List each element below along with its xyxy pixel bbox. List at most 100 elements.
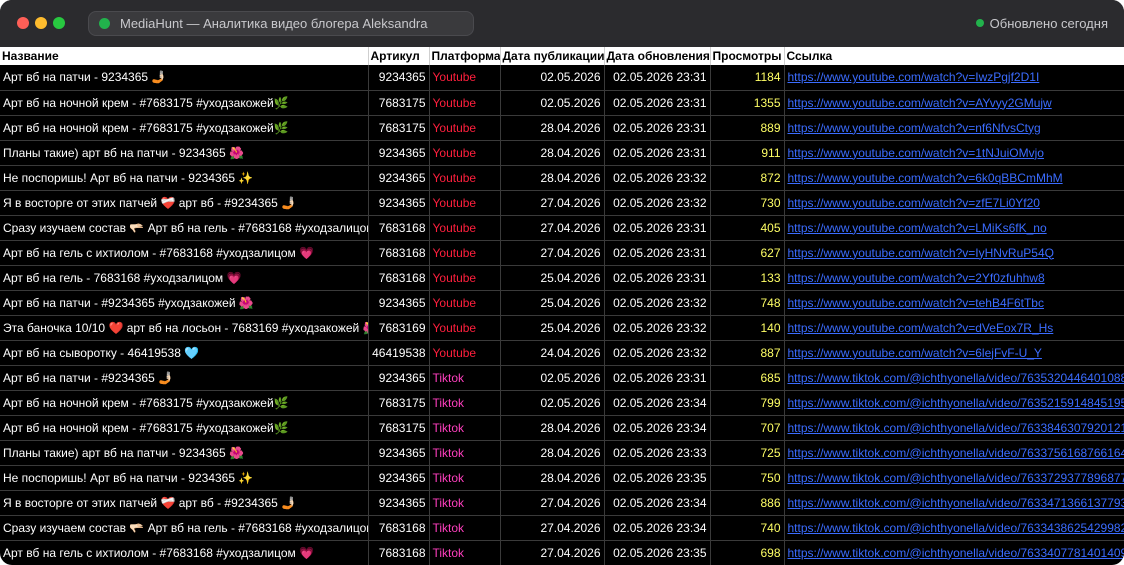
cell-platform: Tiktok	[429, 365, 501, 391]
cell-published-date: 27.04.2026	[500, 540, 605, 565]
cell-title: Арт вб на ночной крем - #7683175 #уходза…	[0, 115, 369, 141]
cell-title: Арт вб на патчи - #9234365 🤳🏻	[0, 365, 369, 391]
cell-published-date: 02.05.2026	[500, 65, 605, 91]
cell-published-date: 24.04.2026	[500, 340, 605, 366]
col-header-platform[interactable]: Платформа	[429, 47, 501, 65]
cell-title: Не поспоришь! Арт вб на патчи - 9234365 …	[0, 465, 369, 491]
cell-views: 140	[710, 315, 785, 341]
cell-link[interactable]: https://www.youtube.com/watch?v=6k0qBBCm…	[784, 165, 1124, 191]
cell-updated-date: 02.05.2026 23:34	[604, 490, 711, 516]
cell-views: 627	[710, 240, 785, 266]
cell-published-date: 28.04.2026	[500, 140, 605, 166]
maximize-window-button[interactable]	[53, 17, 65, 29]
cell-platform: Tiktok	[429, 540, 501, 565]
cell-article: 7683168	[368, 265, 430, 291]
table-row[interactable]: Планы такие) арт вб на патчи - 9234365 🌺…	[0, 140, 1124, 166]
table-row[interactable]: Арт вб на патчи - #9234365 🤳🏻 9234365 Tikt…	[0, 365, 1124, 391]
cell-link[interactable]: https://www.youtube.com/watch?v=6lejFvF-…	[784, 340, 1124, 366]
videos-table-container[interactable]: Название Артикул Платформа Дата публикац…	[0, 47, 1124, 565]
cell-link[interactable]: https://www.youtube.com/watch?v=nf6NfvsC…	[784, 115, 1124, 141]
col-header-published[interactable]: Дата публикации	[500, 47, 605, 65]
cell-link[interactable]: https://www.tiktok.com/@ichthyonella/vid…	[784, 465, 1124, 491]
table-row[interactable]: Арт вб на ночной крем - #7683175 #уходза…	[0, 415, 1124, 441]
cell-views: 740	[710, 515, 785, 541]
cell-title: Арт вб на ночной крем - #7683175 #уходза…	[0, 90, 369, 116]
table-row[interactable]: Арт вб на гель с ихтиолом - #7683168 #ух…	[0, 540, 1124, 565]
cell-published-date: 25.04.2026	[500, 290, 605, 316]
cell-platform: Youtube	[429, 315, 501, 341]
cell-views: 730	[710, 190, 785, 216]
table-row[interactable]: Арт вб на ночной крем - #7683175 #уходза…	[0, 90, 1124, 116]
cell-views: 750	[710, 465, 785, 491]
cell-article: 7683175	[368, 390, 430, 416]
cell-link[interactable]: https://www.tiktok.com/@ichthyonella/vid…	[784, 415, 1124, 441]
table-row[interactable]: Арт вб на ночной крем - #7683175 #уходза…	[0, 390, 1124, 416]
cell-platform: Tiktok	[429, 415, 501, 441]
table-row[interactable]: Не поспоришь! Арт вб на патчи - 9234365 …	[0, 165, 1124, 191]
col-header-updated[interactable]: Дата обновления	[604, 47, 711, 65]
cell-link[interactable]: https://www.youtube.com/watch?v=IwzPgjf2…	[784, 65, 1124, 91]
cell-link[interactable]: https://www.tiktok.com/@ichthyonella/vid…	[784, 390, 1124, 416]
cell-updated-date: 02.05.2026 23:34	[604, 390, 711, 416]
cell-link[interactable]: https://www.youtube.com/watch?v=dVeEox7R…	[784, 315, 1124, 341]
cell-title: Арт вб на сыворотку - 46419538 🩵	[0, 340, 369, 366]
cell-link[interactable]: https://www.tiktok.com/@ichthyonella/vid…	[784, 515, 1124, 541]
cell-article: 9234365	[368, 190, 430, 216]
title-bar: MediaHunt — Аналитика видео блогера Alek…	[0, 0, 1124, 47]
table-row[interactable]: Я в восторге от этих патчей ❤️‍🩹 арт вб …	[0, 490, 1124, 516]
cell-updated-date: 02.05.2026 23:32	[604, 290, 711, 316]
table-row[interactable]: Планы такие) арт вб на патчи - 9234365 🌺…	[0, 440, 1124, 466]
table-row[interactable]: Арт вб на сыворотку - 46419538 🩵 46419538…	[0, 340, 1124, 366]
cell-title: Арт вб на ночной крем - #7683175 #уходза…	[0, 390, 369, 416]
cell-published-date: 28.04.2026	[500, 165, 605, 191]
cell-link[interactable]: https://www.tiktok.com/@ichthyonella/vid…	[784, 540, 1124, 565]
cell-platform: Youtube	[429, 265, 501, 291]
cell-title: Арт вб на патчи - 9234365 🤳🏻	[0, 65, 369, 91]
status-dot-icon	[99, 18, 110, 29]
cell-views: 707	[710, 415, 785, 441]
close-window-button[interactable]	[17, 17, 29, 29]
cell-views: 799	[710, 390, 785, 416]
cell-link[interactable]: https://www.youtube.com/watch?v=zfE7Li0Y…	[784, 190, 1124, 216]
cell-views: 911	[710, 140, 785, 166]
table-row[interactable]: Арт вб на патчи - #9234365 #уходзакожей …	[0, 290, 1124, 316]
cell-platform: Tiktok	[429, 515, 501, 541]
table-row[interactable]: Арт вб на гель - 7683168 #уходзалицом 💗 7…	[0, 265, 1124, 291]
cell-link[interactable]: https://www.youtube.com/watch?v=AYvyy2GM…	[784, 90, 1124, 116]
cell-link[interactable]: https://www.youtube.com/watch?v=LMiKs6fK…	[784, 215, 1124, 241]
table-row[interactable]: Арт вб на гель с ихтиолом - #7683168 #ух…	[0, 240, 1124, 266]
cell-article: 9234365	[368, 140, 430, 166]
cell-published-date: 27.04.2026	[500, 190, 605, 216]
minimize-window-button[interactable]	[35, 17, 47, 29]
col-header-article[interactable]: Артикул	[368, 47, 430, 65]
table-row[interactable]: Арт вб на патчи - 9234365 🤳🏻 9234365 Youtu…	[0, 65, 1124, 91]
cell-title: Планы такие) арт вб на патчи - 9234365 🌺	[0, 440, 369, 466]
cell-title: Я в восторге от этих патчей ❤️‍🩹 арт вб …	[0, 190, 369, 216]
cell-updated-date: 02.05.2026 23:31	[604, 140, 711, 166]
cell-platform: Tiktok	[429, 390, 501, 416]
table-row[interactable]: Сразу изучаем состав 🫳🏻 Арт вб на гель -…	[0, 215, 1124, 241]
update-status-label: Обновлено сегодня	[989, 16, 1108, 31]
cell-link[interactable]: https://www.tiktok.com/@ichthyonella/vid…	[784, 440, 1124, 466]
cell-views: 698	[710, 540, 785, 565]
cell-updated-date: 02.05.2026 23:32	[604, 340, 711, 366]
table-row[interactable]: Сразу изучаем состав 🫳🏻 Арт вб на гель -…	[0, 515, 1124, 541]
cell-published-date: 27.04.2026	[500, 490, 605, 516]
cell-link[interactable]: https://www.youtube.com/watch?v=tehB4F6t…	[784, 290, 1124, 316]
table-row[interactable]: Арт вб на ночной крем - #7683175 #уходза…	[0, 115, 1124, 141]
table-row[interactable]: Эта баночка 10/10 ❤️ арт вб на лосьон - …	[0, 315, 1124, 341]
cell-link[interactable]: https://www.tiktok.com/@ichthyonella/vid…	[784, 490, 1124, 516]
cell-link[interactable]: https://www.youtube.com/watch?v=1tNJuiOM…	[784, 140, 1124, 166]
cell-title: Арт вб на патчи - #9234365 #уходзакожей …	[0, 290, 369, 316]
col-header-link[interactable]: Ссылка	[784, 47, 1124, 65]
col-header-views[interactable]: Просмотры	[710, 47, 785, 65]
table-row[interactable]: Не поспоришь! Арт вб на патчи - 9234365 …	[0, 465, 1124, 491]
cell-platform: Youtube	[429, 90, 501, 116]
table-row[interactable]: Я в восторге от этих патчей ❤️‍🩹 арт вб …	[0, 190, 1124, 216]
table-header-row: Название Артикул Платформа Дата публикац…	[0, 47, 1124, 65]
cell-updated-date: 02.05.2026 23:32	[604, 190, 711, 216]
col-header-name[interactable]: Название	[0, 47, 369, 65]
cell-link[interactable]: https://www.youtube.com/watch?v=IyHNvRuP…	[784, 240, 1124, 266]
cell-link[interactable]: https://www.youtube.com/watch?v=2Yf0zfuh…	[784, 265, 1124, 291]
cell-link[interactable]: https://www.tiktok.com/@ichthyonella/vid…	[784, 365, 1124, 391]
